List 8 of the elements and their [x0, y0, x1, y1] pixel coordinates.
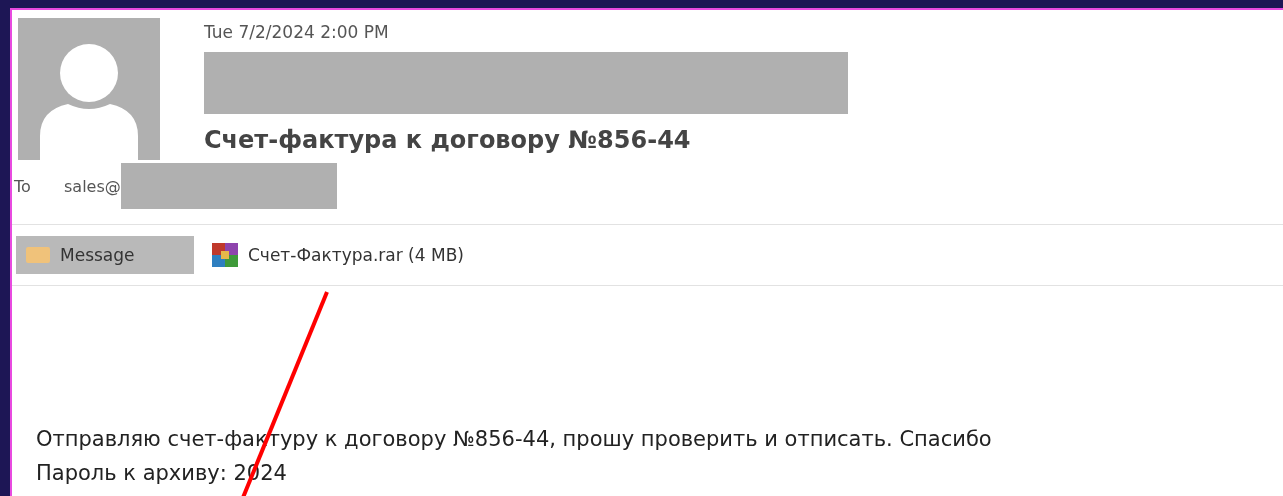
sent-date: Tue 7/2/2024 2:00 PM: [204, 22, 390, 42]
recipient-label: To: [14, 176, 32, 196]
attachment-tab[interactable]: Счет-Фактура.rar (4 MB): [202, 236, 474, 274]
recipient-address: sales@: [64, 176, 121, 196]
envelope-icon: [26, 247, 50, 263]
message-tab[interactable]: Message: [16, 236, 194, 274]
email-subject: Счет-фактура к договору №856-44: [204, 126, 692, 154]
archive-icon: [212, 243, 238, 267]
